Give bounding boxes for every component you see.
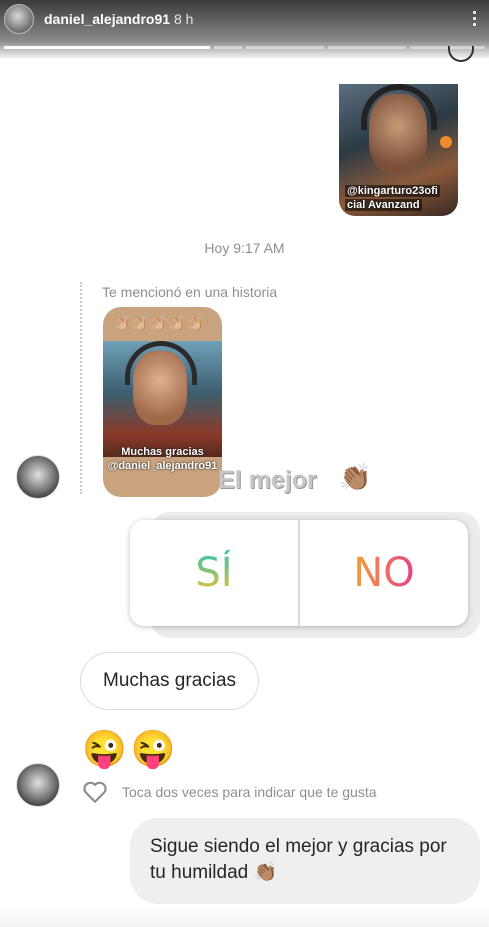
mention-label: Te mencionó en una historia bbox=[102, 284, 278, 300]
more-icon[interactable] bbox=[467, 8, 481, 30]
message-timestamp: Hoy 9:17 AM bbox=[204, 240, 285, 256]
story-overlay-text: El mejor bbox=[218, 466, 317, 494]
username[interactable]: daniel_alejandro91 bbox=[44, 11, 170, 27]
story-progress-segment bbox=[214, 46, 242, 49]
like-hint: Toca dos veces para indicar que te gusta bbox=[122, 784, 377, 800]
clap-emojis: 👏🏼👏🏼👏🏼👏🏼👏🏼 bbox=[113, 315, 206, 331]
mention-story-photo bbox=[103, 341, 222, 457]
story-progress-segment bbox=[328, 46, 406, 49]
story-progress-segment bbox=[4, 46, 210, 49]
incoming-message-text: Muchas gracias bbox=[103, 670, 237, 691]
profile-avatar[interactable] bbox=[4, 4, 34, 34]
tattoo-face-graphic bbox=[133, 351, 187, 425]
avatar[interactable] bbox=[16, 763, 60, 807]
mention-divider bbox=[80, 282, 82, 494]
avatar[interactable] bbox=[16, 455, 60, 499]
camera-icon bbox=[448, 46, 474, 62]
poll-option-yes[interactable]: SÍ bbox=[130, 520, 298, 626]
story-time: 8 h bbox=[174, 11, 194, 27]
bottom-fade bbox=[0, 905, 489, 927]
heart-icon[interactable] bbox=[82, 780, 108, 804]
shared-story-caption: @kingarturo23ofi cial Avanzand bbox=[345, 185, 440, 211]
story-progress-segment bbox=[246, 46, 324, 49]
tattoo-face-graphic bbox=[369, 94, 427, 174]
story-badge bbox=[440, 136, 452, 148]
clap-emoji: 👏🏽 bbox=[253, 862, 278, 883]
clap-emoji: 👏🏽 bbox=[339, 462, 372, 492]
shared-story-thumbnail[interactable]: @kingarturo23ofi cial Avanzand bbox=[339, 84, 458, 216]
story-header: daniel_alejandro91 8 h bbox=[0, 0, 489, 58]
outgoing-message-text: Sigue siendo el mejor y gracias por tu h… bbox=[150, 836, 447, 883]
mention-story-card[interactable]: 👏🏼👏🏼👏🏼👏🏼👏🏼 Muchas gracias @daniel_alejan… bbox=[103, 307, 222, 497]
outgoing-message-bubble[interactable]: Sigue siendo el mejor y gracias por tu h… bbox=[130, 818, 480, 904]
poll-sticker: SÍ NO bbox=[130, 520, 468, 626]
mention-story-caption: Muchas gracias @daniel_alejandro91 bbox=[107, 446, 218, 472]
emoji-message[interactable]: 😜😜 bbox=[82, 728, 180, 770]
incoming-message-bubble[interactable]: Muchas gracias bbox=[80, 652, 260, 710]
poll-option-no[interactable]: NO bbox=[298, 520, 468, 626]
